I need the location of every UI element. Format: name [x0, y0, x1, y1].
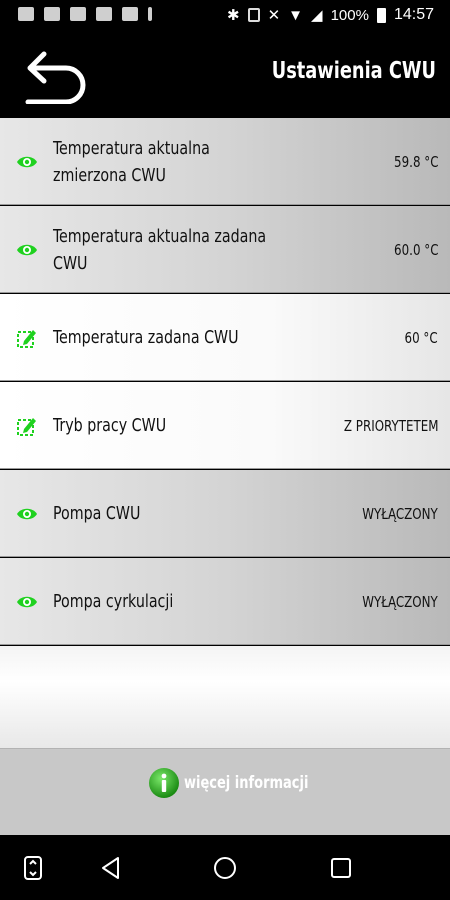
battery-percent: 100% — [330, 6, 369, 24]
list-item[interactable]: Tryb pracy CWU Z PRIORYTETEM — [0, 382, 450, 469]
item-label: Pompa CWU — [53, 503, 141, 524]
battery-icon — [376, 7, 386, 23]
item-label: Tryb pracy CWU — [53, 415, 167, 436]
item-value: 60 °C — [404, 328, 438, 347]
nav-home-icon[interactable] — [212, 855, 238, 881]
item-label: Temperatura aktualna zmierzona CWU — [53, 137, 210, 186]
item-value: 60.0 °C — [393, 240, 438, 259]
item-value: WYŁĄCZONY — [362, 592, 438, 611]
item-label: Temperatura zadana CWU — [53, 327, 239, 348]
list-item[interactable]: Temperatura zadana CWU 60 °C — [0, 294, 450, 381]
more-info-label: więcej informacji — [184, 773, 309, 793]
empty-area — [0, 646, 450, 748]
back-arrow-icon — [25, 51, 86, 105]
list-item[interactable]: Temperatura aktualna zmierzona CWU 59.8 … — [0, 118, 450, 205]
info-icon — [149, 768, 179, 798]
nav-back-icon[interactable] — [98, 855, 124, 881]
bluetooth-icon: ✱ — [227, 7, 240, 24]
app-header: Ustawienia CWU — [0, 32, 450, 118]
list-item[interactable]: Pompa cyrkulacji WYŁĄCZONY — [0, 558, 450, 645]
edit-icon — [17, 418, 36, 436]
system-status: ✱ ✕ ▼ ◢ 100% 14:57 — [227, 6, 434, 24]
list-item[interactable]: Pompa CWU WYŁĄCZONY — [0, 470, 450, 557]
page-title: Ustawienia CWU — [271, 58, 436, 84]
app-switch-icon[interactable] — [20, 855, 46, 881]
mail-icon — [96, 7, 112, 21]
notification-icons — [18, 7, 152, 21]
nfc-icon — [247, 8, 260, 22]
eye-icon — [17, 508, 37, 520]
nav-recents-icon[interactable] — [328, 855, 354, 881]
clock: 14:57 — [393, 6, 434, 23]
android-nav-bar — [0, 835, 450, 900]
eye-icon — [17, 244, 37, 256]
image-icon — [122, 7, 138, 21]
list-item[interactable]: Temperatura aktualna zadana CWU 60.0 °C — [0, 206, 450, 293]
more-info-button[interactable]: więcej informacji — [0, 748, 450, 835]
item-value: WYŁĄCZONY — [362, 504, 438, 523]
more-info-content: więcej informacji — [148, 767, 330, 799]
mail-icon — [70, 7, 86, 21]
edit-icon — [17, 330, 36, 348]
mute-icon: ✕ — [267, 7, 281, 24]
signal-icon: ◢ — [311, 7, 323, 24]
status-bar: ✱ ✕ ▼ ◢ 100% 14:57 — [0, 0, 450, 32]
back-button[interactable] — [22, 48, 94, 105]
item-value: Z PRIORYTETEM — [343, 416, 438, 435]
item-value: 59.8 °C — [393, 152, 438, 171]
eye-icon — [17, 156, 37, 168]
item-label: Pompa cyrkulacji — [53, 591, 174, 612]
wifi-icon: ▼ — [288, 6, 304, 24]
item-label: Temperatura aktualna zadana CWU — [53, 225, 267, 274]
eye-icon — [17, 596, 37, 608]
notification-icon — [18, 7, 34, 21]
more-dots-icon — [148, 7, 152, 21]
notification-icon — [44, 7, 60, 21]
